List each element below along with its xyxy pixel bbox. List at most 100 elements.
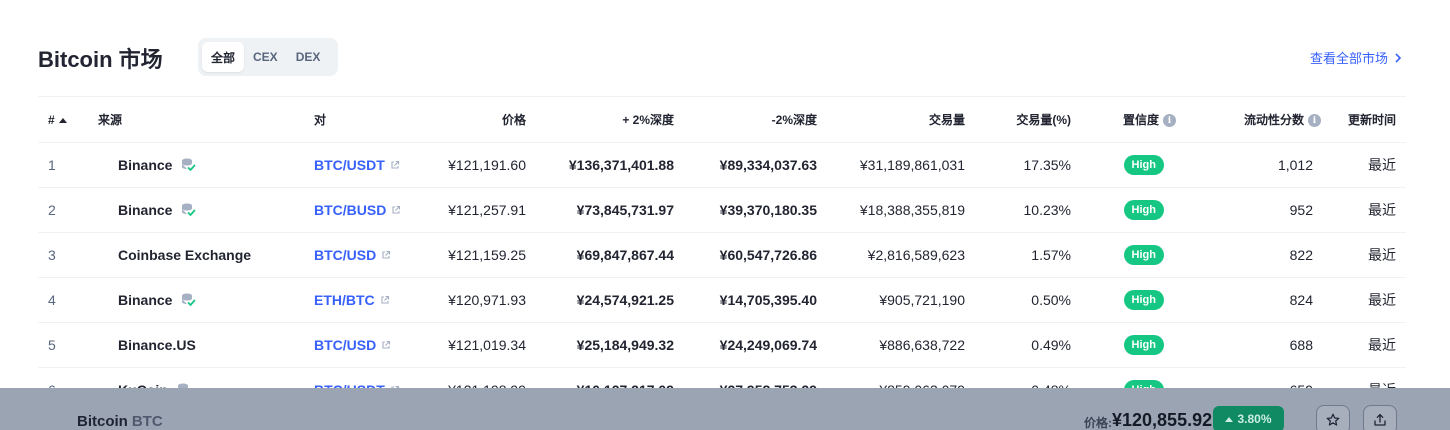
- table-row: 2 Binance BTC/BUSD ¥121,257.91 ¥73,845,731.9…: [38, 187, 1406, 233]
- pair-label: BTC/BUSD: [314, 202, 387, 218]
- sort-up-icon: [58, 117, 67, 123]
- row-liquidity: 1,012: [1186, 142, 1331, 188]
- confidence-badge: High: [1123, 155, 1164, 175]
- col-liquidity[interactable]: 流动性分数 i: [1186, 96, 1331, 143]
- row-volume: ¥31,189,861,031: [827, 142, 975, 188]
- row-price: ¥121,257.91: [416, 187, 536, 233]
- share-icon: [1374, 413, 1386, 426]
- info-icon[interactable]: i: [1163, 114, 1176, 128]
- row-price: ¥120,971.93: [416, 277, 536, 323]
- exchange-name: Binance: [118, 202, 173, 218]
- table-row: 5 Binance.US BTC/USD ¥121,019.34 ¥25,184,949…: [38, 322, 1406, 368]
- view-all-markets-link[interactable]: 查看全部市场: [1310, 48, 1404, 67]
- sticky-coin-bar: Bitcoin BTC 价格: ¥120,855.92 3.80%: [0, 388, 1450, 430]
- row-rank: 4: [38, 277, 88, 323]
- row-depth-plus: ¥73,845,731.97: [536, 187, 684, 233]
- row-liquidity: 952: [1186, 187, 1331, 233]
- row-pair-link[interactable]: BTC/USD: [304, 322, 416, 368]
- star-icon: [1326, 413, 1340, 426]
- pair-label: BTC/USD: [314, 247, 377, 263]
- row-depth-minus: ¥60,547,726.86: [684, 232, 827, 278]
- row-rank: 5: [38, 322, 88, 368]
- col-rank[interactable]: #: [38, 96, 88, 143]
- markets-table: # 来源 对 价格 + 2%深度 -2%深度 交易量 交易量(%) 置信度 i 流…: [38, 96, 1406, 413]
- col-depth-minus[interactable]: -2%深度: [684, 96, 827, 143]
- col-volume-pct[interactable]: 交易量(%): [975, 96, 1081, 143]
- row-updated: 最近: [1331, 277, 1406, 323]
- col-volume[interactable]: 交易量: [827, 96, 975, 143]
- row-exchange[interactable]: Binance: [88, 142, 304, 188]
- row-depth-plus: ¥69,847,867.44: [536, 232, 684, 278]
- row-depth-minus: ¥89,334,037.63: [684, 142, 827, 188]
- row-confidence: High: [1081, 187, 1186, 233]
- row-confidence: High: [1081, 142, 1186, 188]
- page: Bitcoin 市场 全部 CEX DEX 查看全部市场 # 来源 对 价格 +…: [0, 0, 1450, 430]
- exchange-name: Binance.US: [118, 337, 196, 353]
- price-change-badge: 3.80%: [1213, 406, 1284, 430]
- watchlist-star-button[interactable]: [1316, 405, 1350, 430]
- markets-header: Bitcoin 市场 全部 CEX DEX 查看全部市场: [38, 38, 1404, 76]
- pair-label: ETH/BTC: [314, 292, 375, 308]
- chevron-right-icon: [1395, 52, 1402, 63]
- share-button[interactable]: [1363, 405, 1397, 430]
- row-exchange[interactable]: Binance: [88, 277, 304, 323]
- tab-cex[interactable]: CEX: [244, 42, 287, 72]
- row-exchange[interactable]: Coinbase Exchange: [88, 232, 304, 278]
- row-volume: ¥2,816,589,623: [827, 232, 975, 278]
- row-volume-pct: 10.23%: [975, 187, 1081, 233]
- pair-label: BTC/USD: [314, 337, 377, 353]
- tab-all[interactable]: 全部: [202, 42, 245, 72]
- row-exchange[interactable]: Binance: [88, 187, 304, 233]
- row-updated: 最近: [1331, 232, 1406, 278]
- row-price: ¥121,159.25: [416, 232, 536, 278]
- table-row: 4 Binance ETH/BTC ¥120,971.93 ¥24,574,921.25…: [38, 277, 1406, 323]
- col-confidence[interactable]: 置信度 i: [1081, 96, 1186, 143]
- caret-up-icon: [1225, 416, 1234, 422]
- table-row: 3 Coinbase Exchange BTC/USD ¥121,159.25 ¥69,…: [38, 232, 1406, 278]
- tab-dex[interactable]: DEX: [287, 42, 330, 72]
- row-confidence: High: [1081, 322, 1186, 368]
- row-liquidity: 824: [1186, 277, 1331, 323]
- sticky-price-label: 价格:: [1084, 416, 1112, 430]
- row-rank: 2: [38, 187, 88, 233]
- pair-label: BTC/USDT: [314, 157, 385, 173]
- row-liquidity: 822: [1186, 232, 1331, 278]
- confidence-badge: High: [1123, 245, 1164, 265]
- row-rank: 1: [38, 142, 88, 188]
- market-type-tabs: 全部 CEX DEX: [198, 38, 338, 76]
- sticky-price: ¥120,855.92: [1112, 410, 1213, 430]
- row-depth-minus: ¥24,249,069.74: [684, 322, 827, 368]
- exchange-name: Coinbase Exchange: [118, 247, 252, 263]
- confidence-badge: High: [1123, 200, 1164, 220]
- row-price: ¥121,019.34: [416, 322, 536, 368]
- row-depth-plus: ¥24,574,921.25: [536, 277, 684, 323]
- external-link-icon: [391, 160, 399, 169]
- info-icon[interactable]: i: [1308, 114, 1321, 128]
- col-price[interactable]: 价格: [416, 96, 536, 143]
- exchange-name: Binance: [118, 157, 173, 173]
- exchange-name: Binance: [118, 292, 173, 308]
- row-volume-pct: 0.49%: [975, 322, 1081, 368]
- row-pair-link[interactable]: BTC/BUSD: [304, 187, 416, 233]
- row-depth-minus: ¥14,705,395.40: [684, 277, 827, 323]
- row-rank: 3: [38, 232, 88, 278]
- page-title: Bitcoin 市场: [38, 47, 163, 72]
- external-link-icon: [381, 295, 389, 304]
- confidence-badge: High: [1123, 335, 1164, 355]
- row-updated: 最近: [1331, 322, 1406, 368]
- row-pair-link[interactable]: ETH/BTC: [304, 277, 416, 323]
- row-volume-pct: 1.57%: [975, 232, 1081, 278]
- external-link-icon: [382, 340, 391, 349]
- row-exchange[interactable]: Binance.US: [88, 322, 304, 368]
- row-volume-pct: 17.35%: [975, 142, 1081, 188]
- col-depth-plus[interactable]: + 2%深度: [536, 96, 684, 143]
- row-pair-link[interactable]: BTC/USD: [304, 232, 416, 278]
- markets-table-body: 1 Binance BTC/USDT ¥121,191.60 ¥136,371,401.…: [38, 142, 1406, 413]
- row-pair-link[interactable]: BTC/USDT: [304, 142, 416, 188]
- table-header-row: # 来源 对 价格 + 2%深度 -2%深度 交易量 交易量(%) 置信度 i 流…: [38, 96, 1406, 143]
- verified-exchange-icon: [182, 293, 196, 306]
- external-link-icon: [382, 250, 391, 259]
- row-depth-plus: ¥136,371,401.88: [536, 142, 684, 188]
- row-liquidity: 688: [1186, 322, 1331, 368]
- row-depth-minus: ¥39,370,180.35: [684, 187, 827, 233]
